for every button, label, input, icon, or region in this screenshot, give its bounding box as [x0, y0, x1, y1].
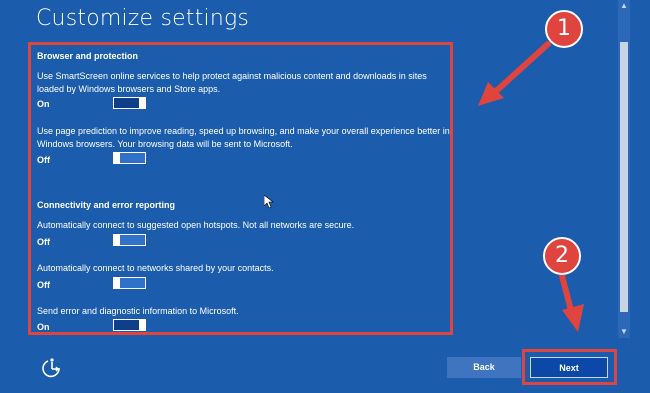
mouse-cursor-icon: [264, 195, 274, 209]
diagnostics-description: Send error and diagnostic information to…: [37, 306, 239, 316]
toggle-thumb: [113, 277, 120, 289]
open-hotspots-description: Automatically connect to suggested open …: [37, 220, 355, 230]
vertical-scrollbar[interactable]: ▲ ▼: [618, 0, 630, 338]
section-heading-connectivity: Connectivity and error reporting: [37, 200, 176, 210]
page-prediction-state-label: Off: [37, 155, 50, 165]
toggle-thumb: [139, 97, 146, 109]
smartscreen-state-label: On: [37, 99, 50, 109]
diagnostics-state-label: On: [37, 322, 50, 332]
toggle-thumb: [139, 319, 146, 331]
shared-networks-description: Automatically connect to networks shared…: [37, 263, 274, 273]
toggle-thumb: [113, 152, 120, 164]
page-title: Customize settings: [36, 6, 250, 31]
page-prediction-toggle[interactable]: [113, 152, 146, 164]
smartscreen-toggle[interactable]: [113, 97, 146, 109]
page-prediction-description: Use page prediction to improve reading, …: [37, 126, 450, 149]
annotation-arrow-1-head: [478, 82, 504, 106]
shared-networks-state-label: Off: [37, 280, 50, 290]
diagnostics-toggle[interactable]: [113, 319, 146, 331]
annotation-arrow-2-shaft: [559, 273, 575, 317]
open-hotspots-state-label: Off: [37, 237, 50, 247]
annotation-arrow-2-head: [562, 304, 584, 332]
scrollbar-thumb[interactable]: [620, 42, 628, 312]
open-hotspots-toggle[interactable]: [113, 234, 146, 246]
section-heading-browser-protection: Browser and protection: [37, 51, 139, 61]
annotation-arrow-1-shaft: [491, 41, 551, 96]
chevron-down-icon[interactable]: ▼: [618, 326, 630, 338]
next-button[interactable]: Next: [530, 357, 608, 378]
back-button[interactable]: Back: [447, 357, 521, 378]
annotation-badge-2: 2: [543, 237, 581, 275]
toggle-thumb: [113, 234, 120, 246]
annotation-badge-1: 1: [545, 10, 583, 48]
ease-of-access-icon[interactable]: [40, 356, 64, 380]
chevron-up-icon[interactable]: ▲: [618, 0, 630, 12]
shared-networks-toggle[interactable]: [113, 277, 146, 289]
smartscreen-description: Use SmartScreen online services to help …: [37, 71, 427, 94]
